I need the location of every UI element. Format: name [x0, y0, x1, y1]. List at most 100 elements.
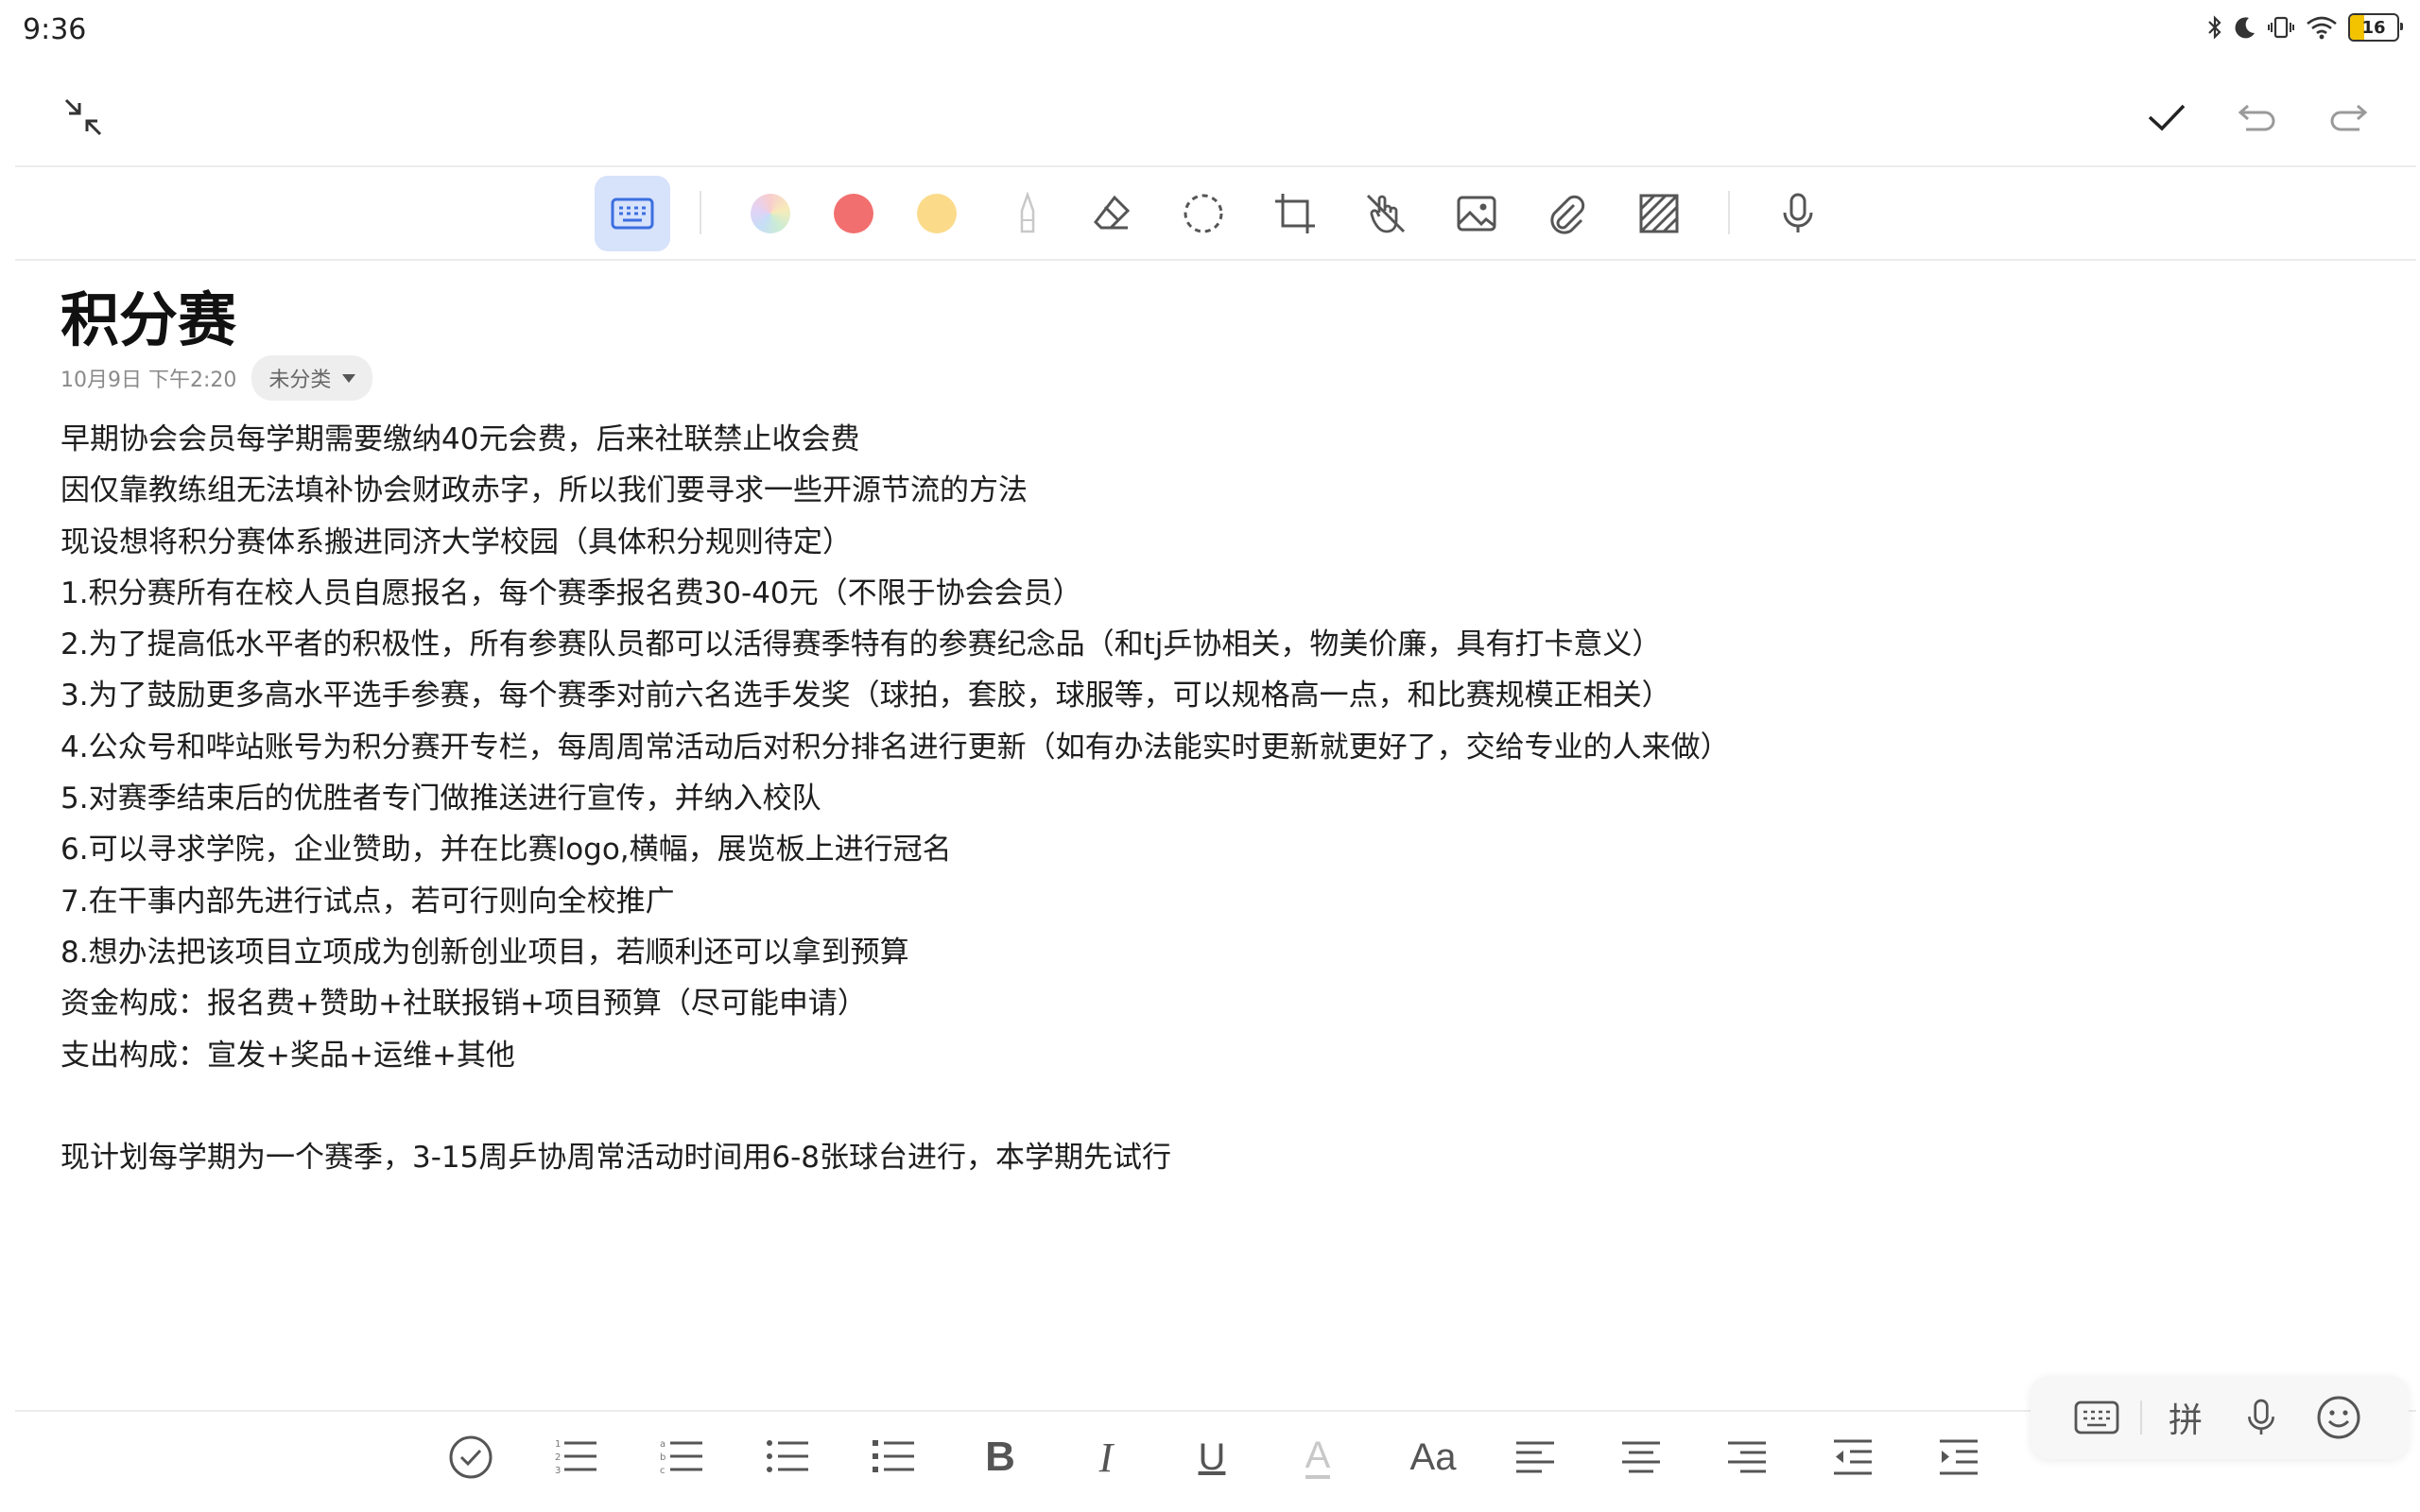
align-center-button[interactable] [1607, 1423, 1675, 1491]
attachment-button[interactable] [1530, 176, 1605, 251]
pen-button[interactable] [990, 176, 1065, 251]
image-icon [1457, 196, 1496, 232]
svg-text:3: 3 [555, 1466, 561, 1476]
note-line: 4.公众号和哔站账号为积分赛开专栏，每周周常活动后对积分排名进行更新（如有办法能… [60, 730, 1730, 765]
svg-text:a: a [660, 1439, 666, 1450]
svg-text:c: c [660, 1466, 666, 1476]
align-left-icon [1516, 1441, 1554, 1473]
battery-icon: 16 [2348, 13, 2403, 42]
square-bullet-list-button[interactable] [860, 1423, 928, 1491]
align-left-button[interactable] [1501, 1423, 1569, 1491]
italic-button[interactable]: I [1072, 1423, 1140, 1491]
note-body[interactable]: 早期协会会员每学期需要缴纳40元会费，后来社联禁止收会费 因仅靠教练组无法填补协… [60, 414, 2329, 1183]
bluetooth-icon [2208, 15, 2221, 40]
indent-button[interactable] [1925, 1423, 1993, 1491]
square-bullet-list-icon [873, 1440, 914, 1472]
underline-icon: U [1198, 1435, 1226, 1478]
collapse-icon [64, 98, 102, 136]
category-label: 未分类 [268, 369, 332, 392]
note-line: 1.积分赛所有在校人员自愿报名，每个赛季报名费30-40元（不限于协会会员） [60, 576, 1082, 610]
note-line: 因仅靠教练组无法填补协会财政赤字，所以我们要寻求一些开源节流的方法 [60, 473, 1028, 508]
color-red-button[interactable] [816, 176, 891, 251]
microphone-icon [1783, 193, 1813, 232]
notes-editor-screen: 9:36 16 积分赛 10月9日 下午2:20 未分类 早期协会会员每学期需要… [0, 0, 2420, 1512]
drawing-toolbar [0, 170, 2420, 255]
note-line: 6.可以寻求学院，企业赞助，并在比赛logo,横幅，展览板上进行冠名 [60, 833, 952, 868]
lasso-select-icon [1184, 194, 1223, 233]
keyboard-icon [611, 198, 654, 230]
bold-button[interactable]: B [966, 1423, 1034, 1491]
keyboard-mode-button[interactable] [595, 176, 670, 251]
insert-image-button[interactable] [1439, 176, 1514, 251]
note-line: 现计划每学期为一个赛季，3-15周乒协周常活动时间用6-8张球台进行，本学期先试… [60, 1141, 1171, 1176]
note-line: 2.为了提高低水平者的积极性，所有参赛队员都可以活得赛季特有的参赛纪念品（和tj… [60, 627, 1662, 662]
bold-icon: B [985, 1434, 1015, 1480]
svg-text:2: 2 [555, 1452, 561, 1463]
align-right-icon [1728, 1441, 1766, 1473]
moon-icon [2235, 17, 2255, 39]
ime-keyboard-button[interactable] [2068, 1389, 2125, 1446]
color-rainbow-swatch [751, 194, 790, 233]
category-dropdown[interactable]: 未分类 [251, 355, 373, 401]
ime-floating-panel: 拼 [2031, 1376, 2409, 1459]
keyboard-icon [2074, 1400, 2119, 1435]
numbered-list-icon: 1 2 3 [555, 1439, 596, 1476]
note-date: 10月9日 下午2:20 [60, 369, 237, 392]
eraser-button[interactable] [1074, 176, 1150, 251]
crop-icon [1275, 194, 1315, 233]
vibrate-icon [2268, 16, 2294, 39]
note-title[interactable]: 积分赛 [60, 272, 236, 357]
note-line: 资金构成：报名费+赞助+社联报销+项目预算（尽可能申请） [60, 987, 867, 1022]
redo-icon [2330, 104, 2368, 131]
voice-input-button[interactable] [1760, 176, 1836, 251]
finger-draw-button[interactable] [1348, 176, 1424, 251]
underline-button[interactable]: U [1178, 1423, 1246, 1491]
wifi-icon [2307, 16, 2337, 40]
crop-button[interactable] [1257, 176, 1333, 251]
toolbar-separator [700, 191, 701, 234]
lasso-select-button[interactable] [1166, 176, 1241, 251]
save-check-button[interactable] [2136, 87, 2197, 147]
toolbar-divider [15, 259, 2416, 261]
text-color-button[interactable]: A [1284, 1423, 1352, 1491]
note-meta: 10月9日 下午2:20 未分类 [60, 355, 373, 401]
color-yellow-button[interactable] [899, 176, 975, 251]
align-right-button[interactable] [1713, 1423, 1781, 1491]
undo-button[interactable] [2227, 87, 2288, 147]
ime-emoji-button[interactable] [2310, 1389, 2367, 1446]
collapse-button[interactable] [53, 87, 113, 147]
color-yellow-swatch [917, 194, 957, 233]
top-action-bar [0, 79, 2420, 155]
attachment-icon [1550, 195, 1585, 234]
texture-button[interactable] [1621, 176, 1697, 251]
checklist-button[interactable] [437, 1423, 505, 1491]
note-line: 5.对赛季结束后的优胜者专门做推送进行宣传，并纳入校队 [60, 782, 821, 816]
texture-icon [1639, 194, 1679, 233]
toolbar-separator [1728, 191, 1730, 234]
svg-text:b: b [660, 1452, 666, 1463]
eraser-icon [1094, 195, 1131, 230]
align-center-icon [1622, 1441, 1660, 1473]
pinyin-label: 拼 [2168, 1401, 2203, 1440]
microphone-icon [2248, 1399, 2274, 1435]
status-time: 9:36 [23, 13, 87, 46]
top-divider [15, 165, 2416, 167]
note-line [60, 1081, 2329, 1132]
undo-icon [2238, 104, 2275, 131]
pen-icon [1020, 192, 1035, 233]
redo-button[interactable] [2318, 87, 2378, 147]
lettered-list-button[interactable]: abc [648, 1423, 717, 1491]
emoji-icon [2317, 1396, 2360, 1439]
ime-pinyin-button[interactable]: 拼 [2157, 1389, 2214, 1446]
note-line: 支出构成：宣发+奖品+运维+其他 [60, 1038, 515, 1073]
status-bar: 9:36 16 [0, 0, 2420, 60]
outdent-icon [1834, 1439, 1872, 1475]
text-color-icon: A [1305, 1435, 1331, 1479]
color-rainbow-button[interactable] [733, 176, 808, 251]
ime-voice-button[interactable] [2233, 1389, 2290, 1446]
numbered-list-button[interactable]: 1 2 3 [543, 1423, 611, 1491]
bullet-list-button[interactable] [754, 1423, 822, 1491]
font-size-button[interactable]: Aa [1395, 1423, 1471, 1491]
outdent-button[interactable] [1819, 1423, 1887, 1491]
finger-draw-icon [1366, 194, 1406, 233]
